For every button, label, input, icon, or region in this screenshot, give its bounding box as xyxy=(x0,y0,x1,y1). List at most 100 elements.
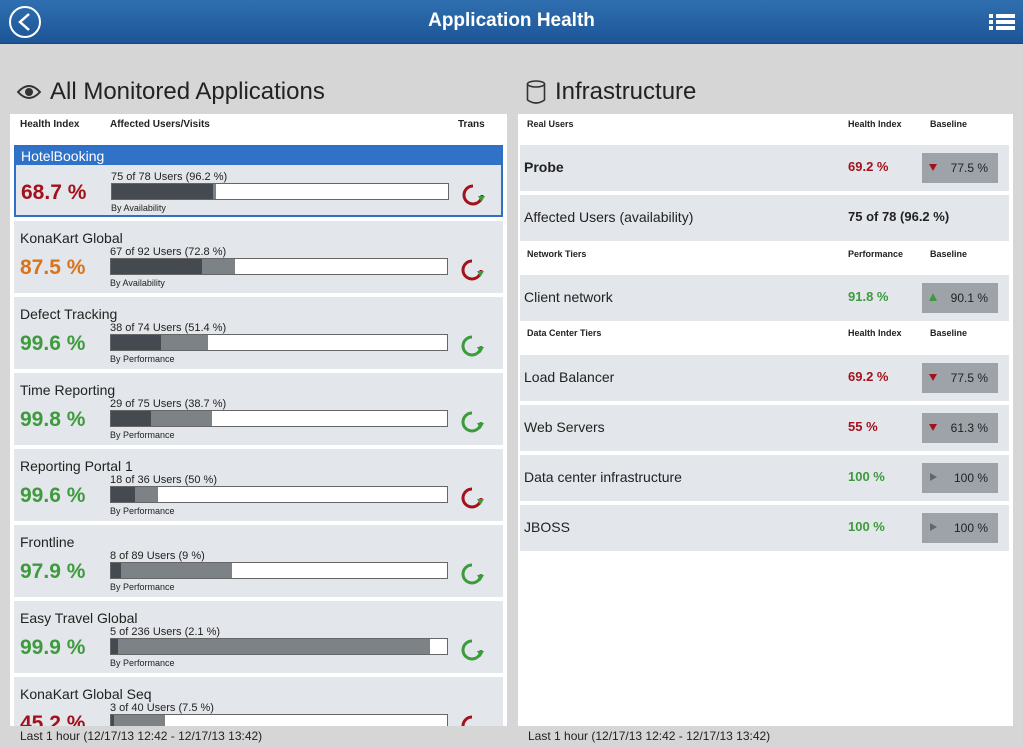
app-health-index: 45.2 % xyxy=(20,712,86,726)
transaction-status-icon[interactable] xyxy=(460,562,484,586)
affected-users-bar-dark xyxy=(111,259,202,274)
real-users-heading: Real Users xyxy=(527,119,574,129)
infrastructure-panel: Real Users Health Index Baseline Probe 6… xyxy=(518,114,1013,726)
tier-row[interactable]: JBOSS 100 % 100 % xyxy=(520,505,1009,551)
app-metric-basis: By Performance xyxy=(110,582,175,592)
list-menu-icon xyxy=(989,14,1015,30)
affected-users-bar-fill xyxy=(202,259,235,274)
trend-up-icon xyxy=(929,293,937,301)
affected-users-bar-fill xyxy=(135,487,158,502)
affected-users-bar-dark xyxy=(111,639,118,654)
datacenter-col-health: Health Index xyxy=(848,328,902,338)
app-row[interactable]: HotelBooking 68.7 % 75 of 78 Users (96.2 %… xyxy=(14,145,503,217)
app-row[interactable]: Defect Tracking 99.6 % 38 of 74 Users (51.… xyxy=(14,297,503,369)
page-title: Application Health xyxy=(428,10,595,31)
col-trans: Trans xyxy=(458,119,485,130)
database-icon xyxy=(526,80,546,104)
affected-users-row: Affected Users (availability) 75 of 78 (… xyxy=(520,195,1009,241)
monitored-apps-title: All Monitored Applications xyxy=(17,78,325,106)
transaction-status-icon[interactable] xyxy=(460,714,484,726)
tier-baseline-value: 100 % xyxy=(953,521,988,535)
app-health-index: 99.6 % xyxy=(20,484,86,507)
app-health-index: 99.6 % xyxy=(20,332,86,355)
transaction-status-icon[interactable] xyxy=(460,486,484,510)
applications-panel: Health Index Affected Users/Visits Trans… xyxy=(10,114,507,726)
app-name: Reporting Portal 1 xyxy=(20,458,133,474)
app-name: HotelBooking xyxy=(21,148,105,164)
probe-baseline: 77.5 % xyxy=(922,153,998,183)
app-affected-users: 3 of 40 Users (7.5 %) xyxy=(110,702,214,714)
trend-down-icon xyxy=(929,424,937,431)
affected-users-bar-dark xyxy=(111,335,161,350)
probe-value: 69.2 % xyxy=(848,159,889,174)
app-row[interactable]: Frontline 97.9 % 8 of 89 Users (9 %) By Per… xyxy=(14,525,503,597)
affected-users-bar-dark xyxy=(111,411,151,426)
client-network-baseline: 90.1 % xyxy=(922,283,998,313)
app-affected-users: 5 of 236 Users (2.1 %) xyxy=(110,626,221,638)
app-name: Defect Tracking xyxy=(20,306,118,322)
transaction-status-icon[interactable] xyxy=(460,334,484,358)
tier-row[interactable]: Data center infrastructure 100 % 100 % xyxy=(520,455,1009,501)
affected-users-bar xyxy=(110,410,448,427)
client-network-name: Client network xyxy=(524,289,613,305)
tier-health: 100 % xyxy=(848,519,885,534)
app-metric-basis: By Performance xyxy=(110,430,175,440)
app-name: Frontline xyxy=(20,534,75,550)
probe-name: Probe xyxy=(524,159,564,175)
transaction-status-icon[interactable] xyxy=(460,258,484,282)
affected-users-bar xyxy=(110,486,448,503)
col-health-index: Health Index xyxy=(20,119,80,130)
trend-down-icon xyxy=(929,164,937,171)
tier-baseline-value: 61.3 % xyxy=(950,421,988,435)
datacenter-col-baseline: Baseline xyxy=(930,328,968,338)
affected-users-bar-dark xyxy=(111,715,114,726)
app-health-index: 68.7 % xyxy=(21,181,87,204)
client-network-row[interactable]: Client network 91.8 % 90.1 % xyxy=(520,275,1009,321)
affected-users-bar-dark xyxy=(111,563,121,578)
affected-users-bar-fill xyxy=(121,563,232,578)
tier-name: Load Balancer xyxy=(524,369,615,385)
transaction-status-icon[interactable] xyxy=(461,183,485,207)
tier-name: Data center infrastructure xyxy=(524,469,682,485)
app-name: KonaKart Global Seq xyxy=(20,686,152,702)
tier-baseline: 61.3 % xyxy=(922,413,998,443)
tier-baseline: 100 % xyxy=(922,463,998,493)
probe-baseline-value: 77.5 % xyxy=(950,161,988,175)
datacenter-tiers-heading: Data Center Tiers xyxy=(527,328,602,338)
trend-flat-icon xyxy=(930,523,937,531)
app-health-index: 87.5 % xyxy=(20,256,86,279)
probe-row[interactable]: Probe 69.2 % 77.5 % xyxy=(520,145,1009,191)
affected-users-bar-fill xyxy=(213,184,216,199)
tier-name: Web Servers xyxy=(524,419,605,435)
client-network-value: 91.8 % xyxy=(848,289,889,304)
affected-users-bar xyxy=(110,334,448,351)
app-row[interactable]: Reporting Portal 1 99.6 % 18 of 36 Users (… xyxy=(14,449,503,521)
app-metric-basis: By Availability xyxy=(111,203,166,213)
affected-users-bar-fill xyxy=(118,639,430,654)
app-row[interactable]: KonaKart Global Seq 45.2 % 3 of 40 Users (… xyxy=(14,677,503,726)
app-health-index: 99.9 % xyxy=(20,636,86,659)
real-users-col-health: Health Index xyxy=(848,119,902,129)
app-metric-basis: By Availability xyxy=(110,278,165,288)
app-row[interactable]: Easy Travel Global 99.9 % 5 of 236 Users (… xyxy=(14,601,503,673)
app-metric-basis: By Performance xyxy=(110,506,175,516)
app-name: KonaKart Global xyxy=(20,230,123,246)
app-row[interactable]: KonaKart Global 87.5 % 67 of 92 Users (72.… xyxy=(14,221,503,293)
tier-row[interactable]: Load Balancer 69.2 % 77.5 % xyxy=(520,355,1009,401)
menu-button[interactable] xyxy=(987,13,1017,31)
app-name: Easy Travel Global xyxy=(20,610,138,626)
app-row[interactable]: Time Reporting 99.8 % 29 of 75 Users (38.7… xyxy=(14,373,503,445)
tier-baseline-value: 100 % xyxy=(953,471,988,485)
tier-health: 69.2 % xyxy=(848,369,889,384)
tier-health: 55 % xyxy=(848,419,878,434)
app-health-index: 97.9 % xyxy=(20,560,86,583)
app-affected-users: 75 of 78 Users (96.2 %) xyxy=(111,171,228,183)
monitored-apps-label: All Monitored Applications xyxy=(50,78,325,105)
app-health-index: 99.8 % xyxy=(20,408,86,431)
transaction-status-icon[interactable] xyxy=(460,638,484,662)
affected-users-bar xyxy=(110,258,448,275)
eye-icon xyxy=(17,84,41,100)
tier-row[interactable]: Web Servers 55 % 61.3 % xyxy=(520,405,1009,451)
transaction-status-icon[interactable] xyxy=(460,410,484,434)
app-affected-users: 29 of 75 Users (38.7 %) xyxy=(110,398,227,410)
